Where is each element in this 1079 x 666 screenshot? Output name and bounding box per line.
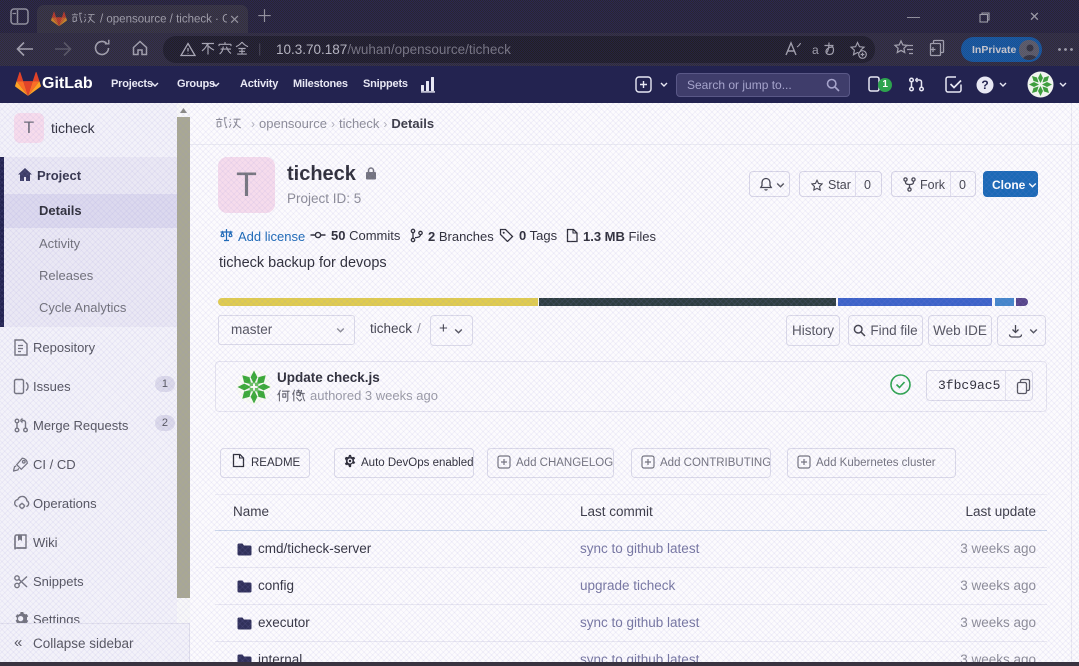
svg-text:a: a: [812, 43, 819, 57]
svg-text:?: ?: [981, 78, 988, 92]
svg-text:/ opensource / ticheck · Gi: / opensource / ticheck · Gi: [100, 14, 227, 26]
